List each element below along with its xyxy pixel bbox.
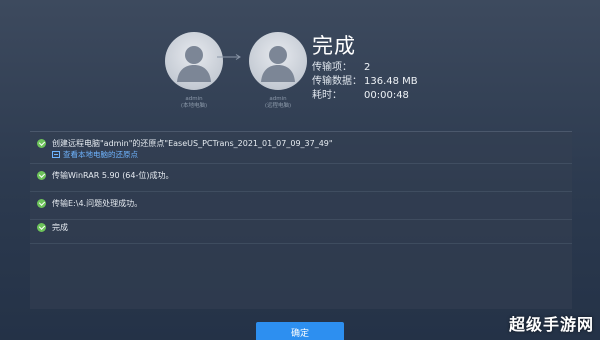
items-label: 传输项：: [312, 62, 352, 73]
view-restore-point-link[interactable]: 查看本地电脑的还原点: [52, 149, 572, 160]
user-avatar-icon: [165, 32, 223, 90]
time-stat: 耗时： 00:00:48: [312, 89, 418, 103]
local-pc-role: (本地电脑): [180, 103, 208, 109]
transfer-stats: 传输项： 2 传输数据： 136.48 MB 耗时： 00:00:48: [312, 61, 418, 103]
data-label: 传输数据：: [312, 76, 362, 87]
data-stat: 传输数据： 136.48 MB: [312, 75, 418, 89]
ok-button[interactable]: 确定: [256, 322, 344, 340]
check-icon: [37, 199, 46, 208]
time-label: 耗时：: [312, 90, 342, 101]
restore-point-icon: [52, 151, 60, 158]
remote-pc: admin (远程电脑): [245, 32, 311, 110]
local-pc-user: admin: [185, 96, 203, 102]
arrow-right-icon: [217, 54, 241, 60]
remote-pc-role: (远程电脑): [264, 103, 292, 109]
log-text: 创建远程电脑"admin"的还原点"EaseUS_PCTrans_2021_01…: [52, 139, 333, 148]
user-avatar-icon: [249, 32, 307, 90]
log-item: 传输WinRAR 5.90 (64-位)成功。: [30, 170, 572, 192]
log-text: 完成: [52, 223, 68, 232]
remote-pc-user: admin: [269, 96, 287, 102]
check-icon: [37, 139, 46, 148]
items-value: 2: [364, 62, 371, 73]
log-item: 完成: [30, 222, 572, 244]
check-icon: [37, 171, 46, 180]
log-text: 传输WinRAR 5.90 (64-位)成功。: [52, 171, 174, 180]
data-value: 136.48 MB: [364, 76, 418, 87]
status-title: 完成: [312, 34, 356, 58]
items-stat: 传输项： 2: [312, 61, 418, 75]
watermark-logo: 超级手游网: [508, 315, 594, 334]
log-panel: 创建远程电脑"admin"的还原点"EaseUS_PCTrans_2021_01…: [30, 131, 572, 309]
check-icon: [37, 223, 46, 232]
time-value: 00:00:48: [364, 90, 409, 101]
link-label[interactable]: 查看本地电脑的还原点: [63, 149, 138, 160]
local-pc: admin (本地电脑): [161, 32, 227, 110]
log-item: 创建远程电脑"admin"的还原点"EaseUS_PCTrans_2021_01…: [30, 138, 572, 164]
log-item: 传输E:\4.问题处理成功。: [30, 198, 572, 220]
log-text: 传输E:\4.问题处理成功。: [52, 199, 143, 208]
